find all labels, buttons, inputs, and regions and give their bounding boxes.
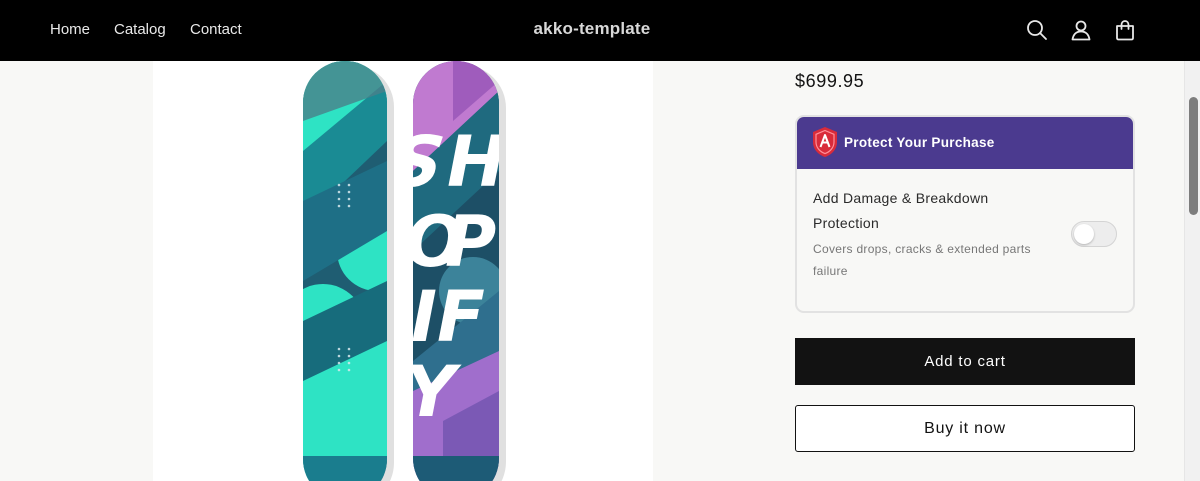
protection-label: Add Damage & Breakdown Protection bbox=[813, 190, 989, 231]
page-scrollbar[interactable] bbox=[1184, 61, 1200, 481]
product-price: $699.95 bbox=[795, 71, 865, 91]
svg-text:H: H bbox=[447, 121, 506, 203]
protection-title: Protect Your Purchase bbox=[844, 135, 995, 150]
search-icon[interactable] bbox=[1023, 16, 1051, 44]
account-icon[interactable] bbox=[1067, 16, 1095, 44]
toggle-knob bbox=[1074, 224, 1094, 244]
buy-it-now-button[interactable]: Buy it now bbox=[795, 405, 1135, 452]
site-header: Home Catalog Contact akko-template bbox=[0, 0, 1200, 61]
shield-icon bbox=[812, 126, 838, 158]
cart-icon[interactable] bbox=[1111, 16, 1139, 44]
svg-text:I: I bbox=[411, 276, 437, 358]
store-brand[interactable]: akko-template bbox=[0, 19, 1184, 39]
svg-text:Y: Y bbox=[405, 351, 462, 433]
protection-toggle[interactable] bbox=[1071, 221, 1117, 247]
protection-header: Protect Your Purchase bbox=[797, 117, 1133, 169]
protection-card: Protect Your Purchase Add Damage & Break… bbox=[795, 115, 1135, 313]
svg-text:F: F bbox=[437, 276, 485, 358]
product-image[interactable]: S H O P I F Y bbox=[153, 61, 653, 481]
protection-subtitle: Covers drops, cracks & extended parts fa… bbox=[813, 242, 1031, 278]
add-to-cart-button[interactable]: Add to cart bbox=[795, 338, 1135, 385]
scrollbar-thumb[interactable] bbox=[1189, 97, 1198, 215]
svg-text:P: P bbox=[445, 201, 496, 283]
